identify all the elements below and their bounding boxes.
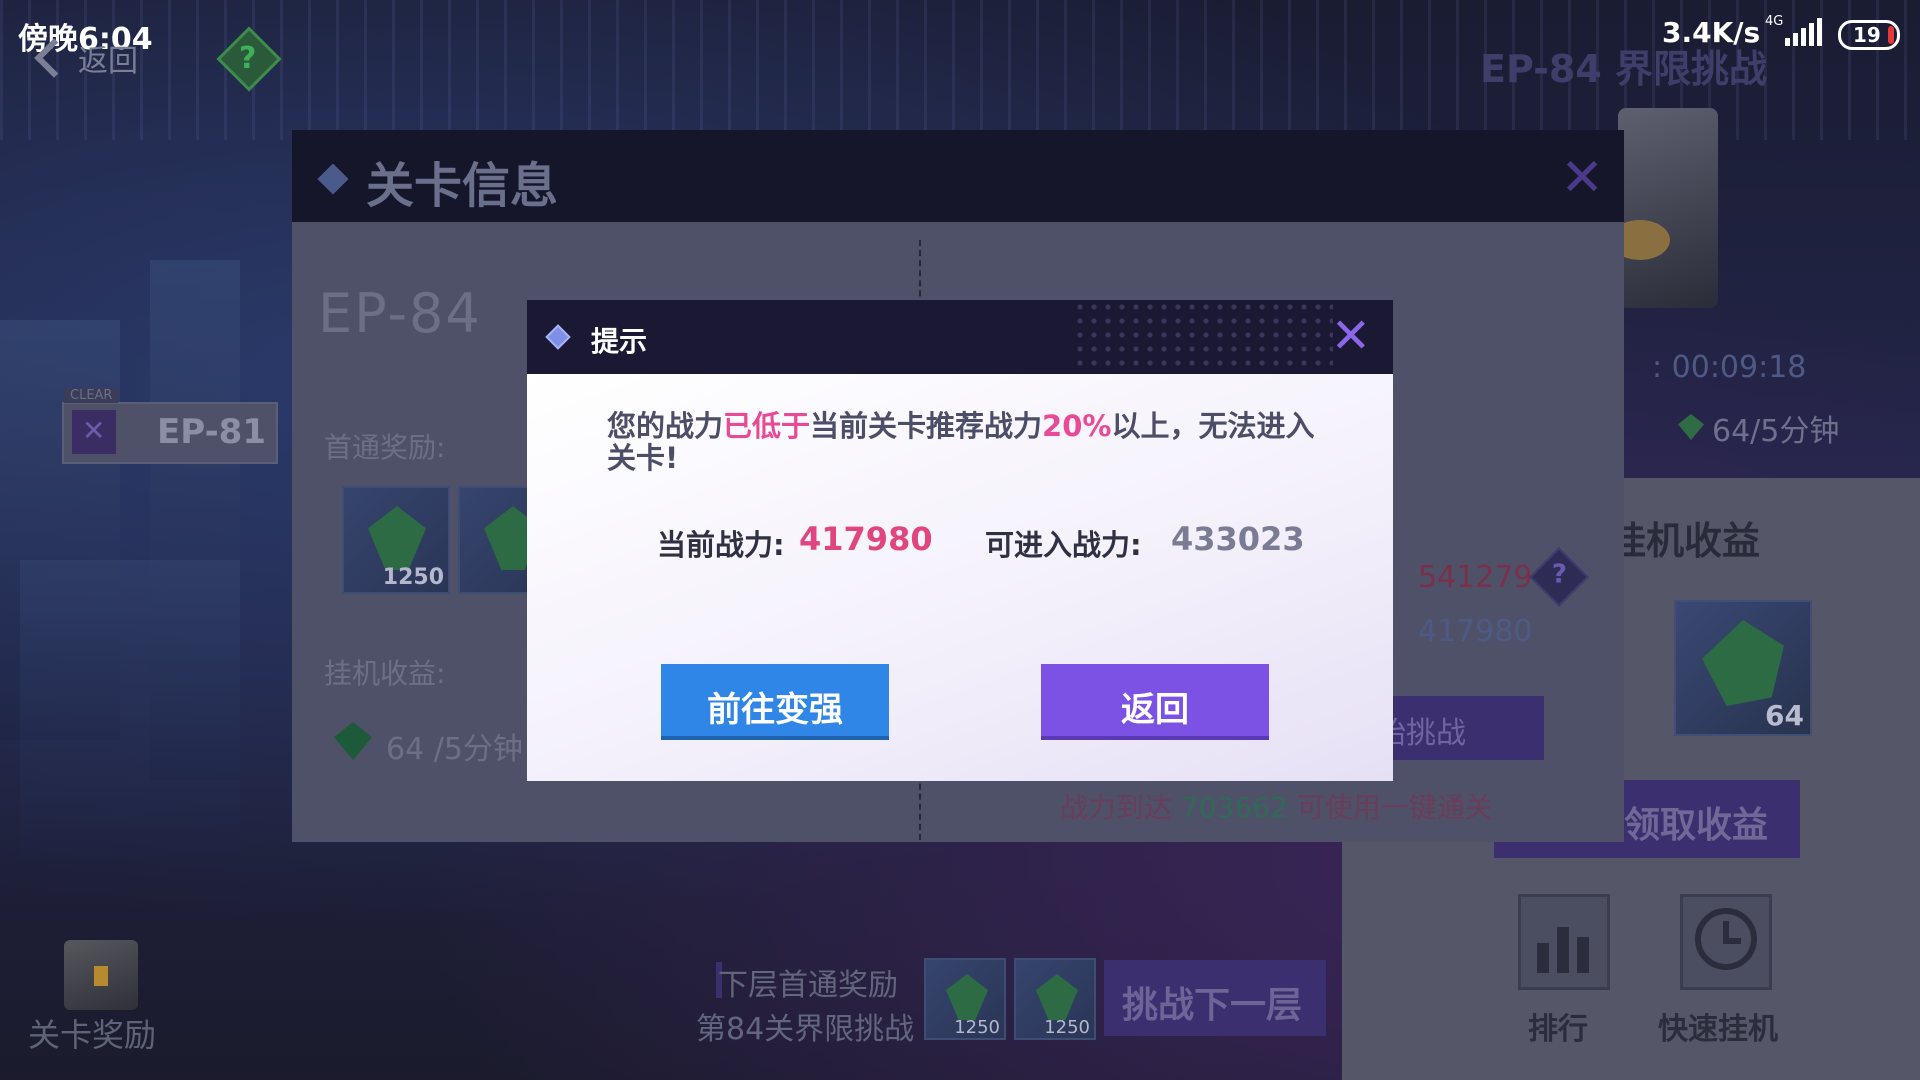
dialog-body: 您的战力已低于当前关卡推荐战力20%以上，无法进入关卡! 当前战力: 41798… <box>527 374 1393 781</box>
idle-income-label: 挂机收益: <box>324 657 446 690</box>
warning-dialog: 提示 ✕ 您的战力已低于当前关卡推荐战力20%以上，无法进入关卡! 当前战力: … <box>527 300 1393 781</box>
stage-code: EP-84 <box>318 282 482 345</box>
decorative-dot-pattern <box>1073 300 1333 374</box>
dialog-back-button[interactable]: 返回 <box>1041 664 1269 740</box>
bar-chart-icon <box>1537 927 1589 973</box>
idle-income-value: 64 /5分钟 <box>386 732 523 767</box>
dialog-title: 提示 <box>591 325 648 358</box>
quick-idle-label: 快速挂机 <box>1658 1012 1778 1047</box>
msg-highlight: 20% <box>1042 409 1112 443</box>
next-reward-title: 下层首通奖励 <box>718 968 898 1003</box>
current-power-label: 当前战力: <box>657 528 785 562</box>
clock-icon <box>1695 908 1757 970</box>
stage-reward-label: 关卡奖励 <box>28 1016 157 1054</box>
question-icon: ? <box>1551 559 1567 590</box>
diamond-icon <box>545 324 571 350</box>
my-power-value: 417980 <box>1418 614 1533 649</box>
question-icon: ? <box>239 40 257 76</box>
next-reward-card[interactable]: 1250 <box>924 958 1006 1040</box>
stage-reward-box-icon[interactable] <box>64 940 138 1010</box>
recommended-power-value: 541279 <box>1418 560 1533 595</box>
battery-icon: 19 <box>1838 20 1900 50</box>
dialog-message: 您的战力已低于当前关卡推荐战力20%以上，无法进入关卡! <box>607 410 1327 474</box>
next-reward-card[interactable]: 1250 <box>1014 958 1096 1040</box>
reward-count: 1250 <box>954 1017 1000 1038</box>
quick-note-suffix: 可使用一键通关 <box>1296 791 1493 824</box>
quick-idle-button[interactable] <box>1680 894 1772 990</box>
quick-clear-note: 战力到达 703662 可使用一键通关 <box>1060 786 1493 826</box>
required-power-label: 可进入战力: <box>985 528 1142 562</box>
green-crystal-icon <box>368 506 426 570</box>
green-ore-icon <box>1036 974 1078 1020</box>
top-back-button[interactable]: 返回 <box>34 36 138 80</box>
green-crystal-icon <box>334 722 372 760</box>
building-silhouette <box>20 560 240 860</box>
network-type: 4G <box>1765 14 1784 29</box>
close-icon[interactable]: ✕ <box>1560 148 1604 208</box>
stage-info-title: 关卡信息 <box>366 158 559 214</box>
back-arrow-icon <box>34 38 74 78</box>
diamond-icon <box>317 163 349 195</box>
challenge-next-button[interactable]: 挑战下一层 <box>1104 960 1326 1036</box>
dialog-back-label: 返回 <box>1121 690 1189 730</box>
treasure-chest-icon[interactable] <box>1610 108 1718 308</box>
first-clear-reward-card[interactable]: 1250 <box>342 486 450 594</box>
go-strengthen-label: 前往变强 <box>707 690 843 730</box>
idle-gain-title: 挂机收益 <box>1608 519 1761 563</box>
claim-gain-label: 领取收益 <box>1624 805 1769 846</box>
green-ore-icon <box>1702 620 1784 706</box>
clear-caption: CLEAR <box>64 388 119 403</box>
current-power-value: 417980 <box>799 520 933 558</box>
msg-part: 您的战力 <box>607 409 724 443</box>
challenge-next-label: 挑战下一层 <box>1122 985 1303 1026</box>
reward-count: 1250 <box>1044 1017 1090 1038</box>
required-power-value: 433023 <box>1171 520 1305 558</box>
go-strengthen-button[interactable]: 前往变强 <box>661 664 889 740</box>
rank-label: 排行 <box>1528 1012 1588 1047</box>
top-back-label: 返回 <box>78 44 138 79</box>
battery-level: 19 <box>1853 23 1881 47</box>
close-icon[interactable]: ✕ <box>1331 308 1371 364</box>
first-clear-label: 首通奖励: <box>324 431 446 464</box>
reward-count: 1250 <box>382 565 444 590</box>
screen-title: EP-84 界限挑战 <box>1480 47 1768 91</box>
crossed-swords-icon <box>72 410 116 454</box>
next-reward-subtitle: 第84关界限挑战 <box>696 1012 915 1047</box>
msg-highlight: 已低于 <box>723 409 811 443</box>
signal-icon <box>1785 18 1822 46</box>
reward-count: 64 <box>1765 699 1804 732</box>
dialog-header: 提示 ✕ <box>527 300 1393 374</box>
stage-info-header: 关卡信息 ✕ <box>292 130 1624 222</box>
previous-stage-label: EP-81 <box>157 412 266 452</box>
idle-timer: : 00:09:18 <box>1652 350 1807 385</box>
previous-stage-badge[interactable]: CLEAR EP-81 <box>62 388 278 464</box>
idle-gain-reward-card[interactable]: 64 <box>1674 600 1812 736</box>
quick-note-value: 703662 <box>1180 791 1288 824</box>
green-crystal-icon <box>946 974 988 1020</box>
msg-part: 当前关卡推荐战力 <box>810 409 1043 443</box>
rank-button[interactable] <box>1518 894 1610 990</box>
quick-note-prefix: 战力到达 <box>1060 791 1173 824</box>
idle-rate: 64/5分钟 <box>1712 414 1840 449</box>
